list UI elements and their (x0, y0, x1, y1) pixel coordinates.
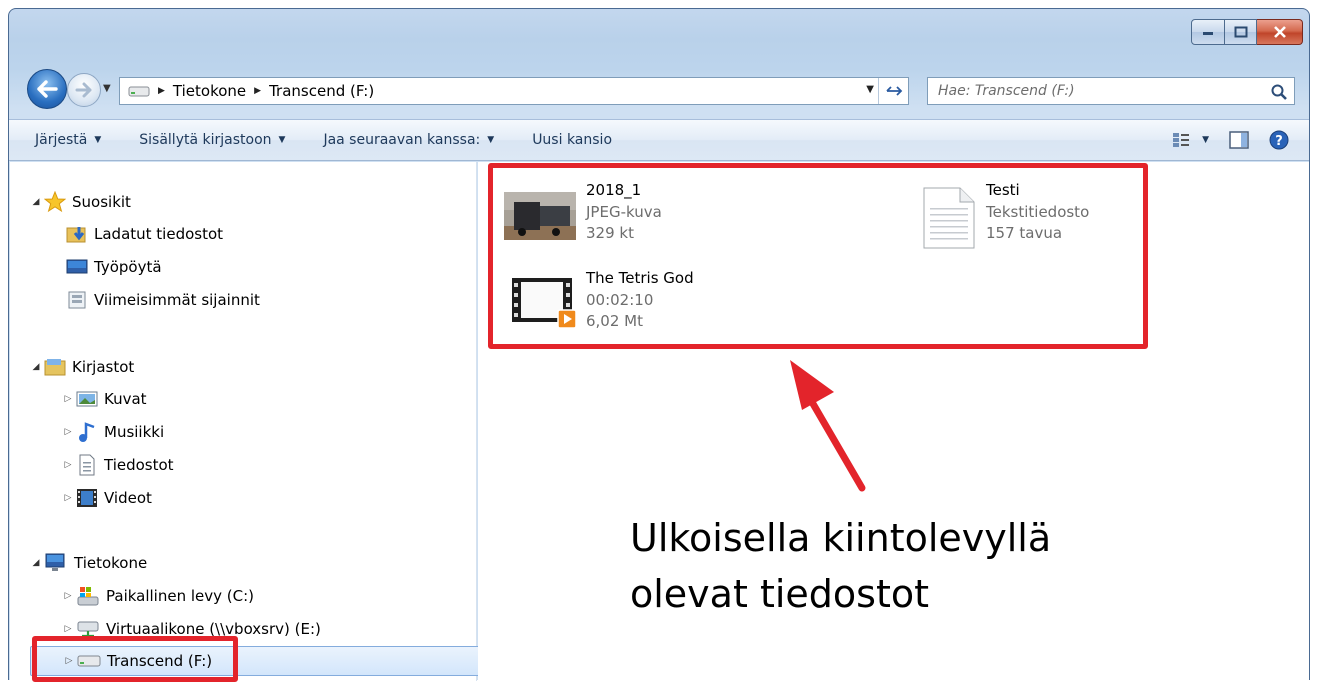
collapse-arrow-icon[interactable]: ◢ (28, 197, 44, 207)
collapse-arrow-icon[interactable]: ◢ (28, 558, 44, 568)
favorites-label: Suosikit (72, 193, 131, 211)
share-with-label: Jaa seuraavan kanssa: (323, 132, 481, 148)
tree-favorites[interactable]: ◢ Suosikit (28, 187, 131, 217)
maximize-button[interactable] (1225, 19, 1257, 45)
recent-places-label: Viimeisimmät sijainnit (94, 291, 260, 309)
expand-arrow-icon[interactable]: ▷ (60, 427, 76, 437)
breadcrumb-drive[interactable]: Transcend (F:) (269, 82, 374, 100)
collapse-arrow-icon[interactable]: ◢ (28, 362, 44, 372)
chevron-down-icon: ▼ (278, 135, 286, 145)
tree-recent-places[interactable]: Viimeisimmät sijainnit (66, 285, 260, 315)
navigation-pane: ◢ Suosikit Ladatut tiedostot Työpöytä Vi… (10, 162, 480, 681)
annotation-arrow-icon (790, 360, 866, 492)
annotation-line-1: Ulkoisella kiintolevyllä (630, 516, 1052, 560)
star-icon (44, 191, 66, 213)
history-dropdown[interactable]: ▼ (103, 83, 111, 94)
desktop-label: Työpöytä (94, 258, 162, 276)
crumb-separator-icon: ▶ (158, 86, 165, 96)
preview-pane-icon (1229, 131, 1249, 149)
search-icon[interactable] (1270, 83, 1288, 101)
preview-pane-button[interactable] (1229, 131, 1249, 149)
forward-button[interactable] (67, 73, 101, 107)
music-label: Musiikki (104, 423, 165, 441)
drive-highlight-box (32, 636, 238, 682)
search-input[interactable] (938, 83, 1258, 99)
address-dropdown-icon[interactable]: ▼ (866, 84, 874, 95)
annotation-line-2: olevat tiedostot (630, 572, 929, 616)
back-button[interactable] (27, 69, 67, 109)
music-icon (79, 422, 95, 442)
search-box[interactable] (927, 77, 1295, 105)
new-folder-label: Uusi kansio (532, 132, 613, 148)
refresh-icon (885, 86, 902, 96)
videos-label: Videot (104, 489, 152, 507)
view-controls: ▼ ? (1172, 120, 1309, 160)
downloads-folder-icon (66, 227, 86, 243)
close-button[interactable] (1257, 19, 1303, 45)
svg-text:?: ? (1275, 134, 1283, 149)
refresh-button[interactable] (878, 78, 908, 104)
computer-label: Tietokone (74, 554, 148, 572)
minimize-button[interactable] (1191, 19, 1225, 45)
libraries-icon (44, 359, 66, 376)
tree-local-disk[interactable]: ▷ Paikallinen levy (C:) (60, 581, 254, 611)
pictures-icon (76, 391, 98, 407)
tree-music[interactable]: ▷ Musiikki (60, 417, 164, 447)
organize-button[interactable]: Järjestä ▼ (23, 132, 113, 148)
organize-label: Järjestä (35, 132, 88, 148)
crumb-separator-icon: ▶ (254, 86, 262, 96)
expand-arrow-icon[interactable]: ▷ (60, 624, 76, 634)
local-disk-icon (77, 587, 99, 606)
include-library-button[interactable]: Sisällytä kirjastoon ▼ (127, 132, 297, 148)
expand-arrow-icon[interactable]: ▷ (60, 460, 76, 470)
libraries-label: Kirjastot (72, 358, 135, 376)
expand-arrow-icon[interactable]: ▷ (60, 394, 76, 404)
caption-buttons (1191, 19, 1303, 45)
help-button[interactable]: ? (1269, 130, 1289, 150)
videos-icon (77, 489, 97, 507)
address-bar[interactable]: ▶ Tietokone ▶ Transcend (F:) ▼ (119, 77, 909, 105)
help-icon: ? (1269, 130, 1289, 150)
downloads-label: Ladatut tiedostot (94, 225, 224, 243)
tree-downloads[interactable]: Ladatut tiedostot (66, 219, 223, 249)
tree-desktop[interactable]: Työpöytä (66, 252, 162, 282)
computer-icon (45, 553, 65, 571)
expand-arrow-icon[interactable]: ▷ (60, 493, 76, 503)
recent-places-icon (68, 291, 86, 309)
tree-libraries[interactable]: ◢ Kirjastot (28, 352, 135, 382)
annotation-text: Ulkoisella kiintolevyllä olevat tiedosto… (630, 510, 1051, 622)
documents-label: Tiedostot (104, 456, 174, 474)
pictures-label: Kuvat (104, 390, 147, 408)
command-bar: Järjestä ▼ Sisällytä kirjastoon ▼ Jaa seur… (9, 119, 1309, 161)
chevron-down-icon: ▼ (487, 135, 495, 145)
files-highlight-box (488, 163, 1148, 349)
new-folder-button[interactable]: Uusi kansio (520, 132, 624, 148)
documents-icon (79, 454, 95, 476)
change-view-button[interactable]: ▼ (1172, 132, 1209, 148)
breadcrumb-computer[interactable]: Tietokone (173, 82, 246, 100)
forward-arrow-icon (75, 82, 92, 98)
chevron-down-icon: ▼ (94, 135, 102, 145)
expand-arrow-icon[interactable]: ▷ (60, 591, 76, 601)
navigation-row: ▼ ▶ Tietokone ▶ Transcend (F:) ▼ (9, 69, 1309, 111)
include-library-label: Sisällytä kirjastoon (139, 132, 272, 148)
desktop-icon (66, 259, 88, 274)
tree-documents[interactable]: ▷ Tiedostot (60, 450, 174, 480)
view-icon (1173, 133, 1190, 147)
tree-videos[interactable]: ▷ Videot (60, 483, 152, 513)
tree-computer[interactable]: ◢ Tietokone (28, 548, 147, 578)
drive-icon (128, 86, 150, 97)
share-with-button[interactable]: Jaa seuraavan kanssa: ▼ (311, 132, 506, 148)
chevron-down-icon[interactable]: ▼ (1202, 135, 1209, 145)
local-disk-label: Paikallinen levy (C:) (106, 587, 255, 605)
back-arrow-icon (37, 80, 58, 98)
tree-pictures[interactable]: ▷ Kuvat (60, 384, 147, 414)
